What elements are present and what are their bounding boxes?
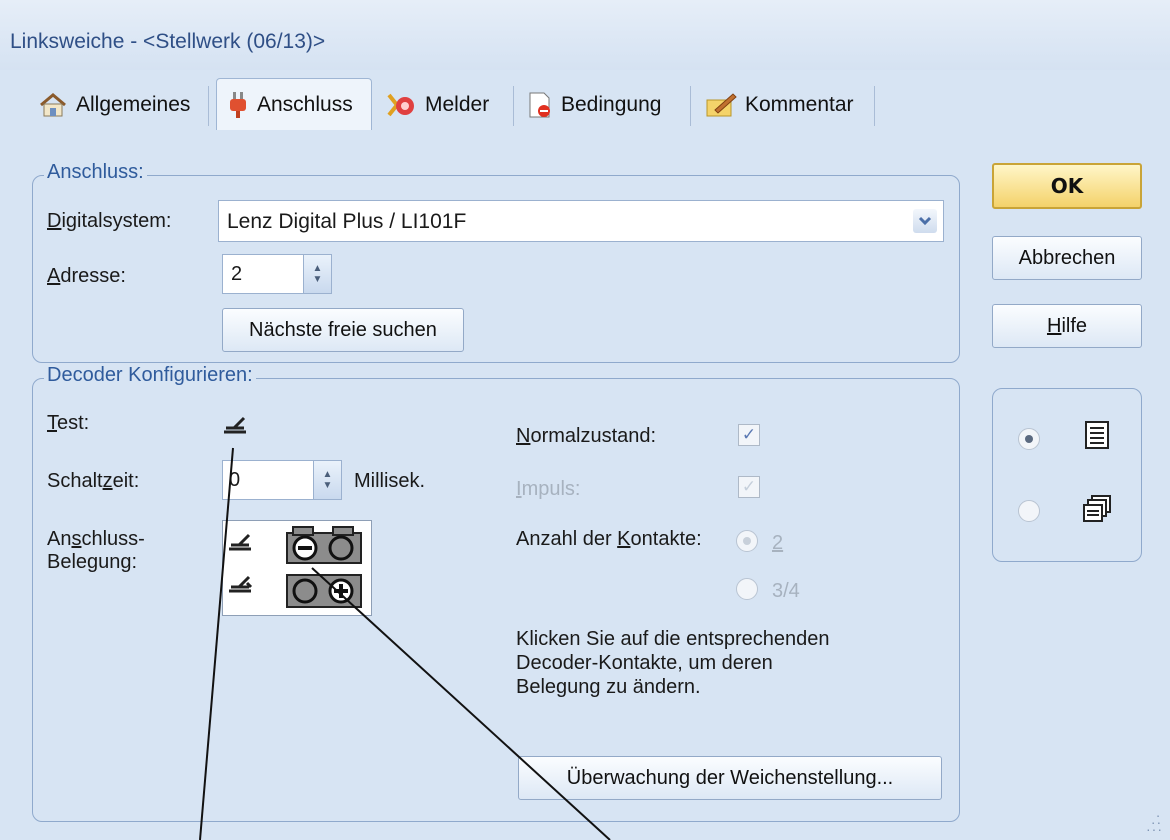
contact-block-icon[interactable] <box>285 571 365 611</box>
spin-arrows-icon[interactable]: ▲ ▼ <box>313 461 341 499</box>
view-selector-panel <box>992 388 1142 562</box>
decoder-contacts-panel[interactable] <box>222 520 372 616</box>
list-view-icon <box>1085 421 1109 449</box>
list-view-radio[interactable] <box>1018 428 1040 450</box>
resize-grip-icon[interactable]: · ·· ··· <box>1146 808 1166 836</box>
digitalsystem-label: Digitalsystem: <box>47 210 172 232</box>
tab-melder[interactable]: Melder <box>375 82 499 128</box>
schaltzeit-value: 0 <box>229 469 241 491</box>
schaltzeit-stepper[interactable]: 0 ▲ ▼ <box>222 460 342 500</box>
tab-divider <box>208 86 209 126</box>
tab-label: Anschluss <box>257 92 353 116</box>
condition-icon <box>529 92 550 118</box>
kontakte-2-radio[interactable] <box>736 530 758 552</box>
tab-label: Kommentar <box>745 93 854 116</box>
comment-icon <box>706 93 737 117</box>
test-label: Test: <box>47 412 90 434</box>
adresse-label: Adresse: <box>47 265 126 287</box>
adresse-value: 2 <box>231 263 243 285</box>
adresse-stepper[interactable]: 2 ▲ ▼ <box>222 254 332 294</box>
spin-arrows-icon[interactable]: ▲ ▼ <box>303 255 331 293</box>
tab-anschluss[interactable]: Anschluss <box>216 78 372 130</box>
cancel-button[interactable]: Abbrechen <box>992 236 1142 280</box>
digitalsystem-combobox[interactable]: Lenz Digital Plus / LI101F <box>218 200 944 242</box>
tab-allgemeines[interactable]: Allgemeines <box>28 82 200 128</box>
schaltzeit-label: Schaltzeit: <box>47 470 140 492</box>
ok-button[interactable]: OK <box>992 163 1142 209</box>
tab-label: Allgemeines <box>76 93 191 116</box>
impuls-checkbox[interactable]: ✓ <box>738 476 760 498</box>
checkmark-icon: ✓ <box>741 477 757 496</box>
switch-straight-icon <box>229 533 251 551</box>
kontakte-2-label: 2 <box>772 532 784 554</box>
digitalsystem-label-text: igitalsystem: <box>61 210 172 232</box>
kontakte-label: Anzahl der Kontakte: <box>516 528 702 550</box>
find-next-free-button[interactable]: Nächste freie suchen <box>222 308 464 352</box>
hint-line-1: Klicken Sie auf die entsprechenden <box>516 628 830 650</box>
plug-icon <box>230 91 246 118</box>
schaltzeit-unit: Millisek. <box>354 470 426 492</box>
belegung-label-2: Belegung: <box>47 551 138 573</box>
tab-divider <box>513 86 514 126</box>
contact-block-icon[interactable] <box>285 525 365 565</box>
impuls-label: Impuls: <box>516 478 581 500</box>
chevron-down-icon[interactable] <box>913 209 937 233</box>
normalzustand-label: Normalzustand: <box>516 425 657 447</box>
help-button[interactable]: Hilfe <box>992 304 1142 348</box>
hint-line-2: Decoder-Kontakte, um deren <box>516 652 773 674</box>
test-switch-icon[interactable] <box>222 414 248 441</box>
tab-bedingung[interactable]: Bedingung <box>517 82 671 128</box>
house-icon <box>40 93 66 117</box>
windows-view-radio[interactable] <box>1018 500 1040 522</box>
monitor-switch-button[interactable]: Überwachung der Weichenstellung... <box>518 756 942 800</box>
checkmark-icon: ✓ <box>741 425 757 444</box>
window-title: Linksweiche - <Stellwerk (06/13)> <box>10 30 326 53</box>
switch-diverging-icon <box>229 575 253 593</box>
tab-divider <box>690 86 691 126</box>
digitalsystem-value: Lenz Digital Plus / LI101F <box>227 210 467 233</box>
kontakte-34-label: 3/4 <box>772 580 800 602</box>
sensor-icon <box>387 93 414 117</box>
decoder-legend: Decoder Konfigurieren: <box>44 364 256 387</box>
hint-line-3: Belegung zu ändern. <box>516 676 701 698</box>
kontakte-34-radio[interactable] <box>736 578 758 600</box>
tab-divider <box>874 86 875 126</box>
belegung-label-1: Anschluss- <box>47 528 145 550</box>
normalzustand-checkbox[interactable]: ✓ <box>738 424 760 446</box>
anschluss-legend: Anschluss: <box>44 161 147 184</box>
tab-kommentar[interactable]: Kommentar <box>695 82 864 128</box>
tab-label: Bedingung <box>561 93 662 116</box>
tab-label: Melder <box>425 93 490 116</box>
windows-view-icon <box>1083 495 1111 522</box>
